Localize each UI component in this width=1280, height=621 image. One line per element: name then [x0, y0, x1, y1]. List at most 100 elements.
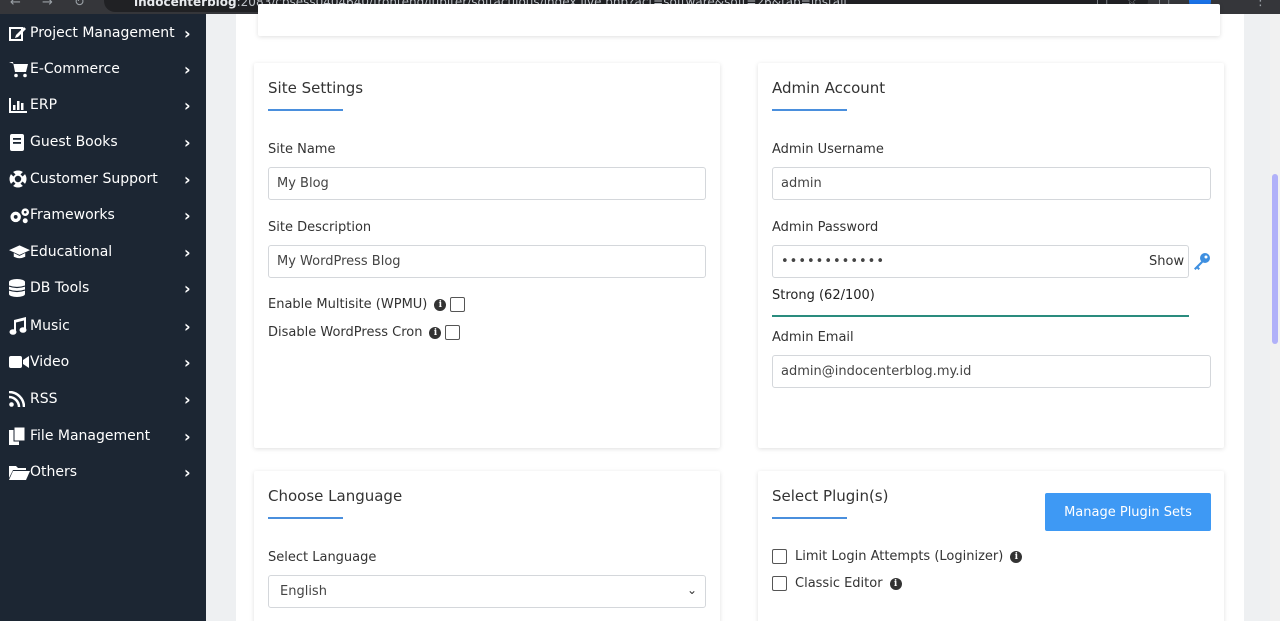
sidebar: Project Management › E-Commerce › ERP › …	[0, 14, 206, 621]
info-icon[interactable]: i	[429, 326, 442, 339]
sidebar-item-label: Educational	[30, 244, 113, 260]
password-strength-text: Strong (62/100)	[772, 288, 875, 303]
rss-icon	[0, 391, 30, 407]
multisite-checkbox[interactable]	[450, 297, 466, 312]
chevron-right-icon: ›	[184, 426, 191, 446]
title-underline	[772, 109, 847, 111]
plugin-row: Limit Login Attempts (Loginizer) i	[772, 549, 1023, 564]
plugin-checkbox[interactable]	[772, 549, 787, 564]
cart-icon	[0, 61, 30, 78]
select-plugins-title: Select Plugin(s)	[772, 487, 889, 505]
scrollbar-thumb[interactable]	[1272, 174, 1278, 344]
sidebar-item-guest-books[interactable]: Guest Books ›	[0, 124, 206, 160]
manage-plugin-sets-button[interactable]: Manage Plugin Sets	[1045, 493, 1211, 531]
sidebar-item-educational[interactable]: Educational ›	[0, 234, 206, 270]
title-underline	[772, 517, 847, 519]
language-select[interactable]: English ⌄	[268, 575, 706, 608]
sidebar-item-erp[interactable]: ERP ›	[0, 87, 206, 123]
site-name-input[interactable]	[268, 167, 706, 200]
key-icon[interactable]	[1193, 252, 1211, 274]
title-underline	[268, 517, 343, 519]
sidebar-item-label: Music	[30, 318, 70, 334]
chevron-right-icon: ›	[184, 316, 191, 336]
menu-dots-icon[interactable]: ⋮	[1254, 0, 1267, 9]
video-icon	[0, 355, 30, 369]
cron-row: Disable WordPress Cron i	[268, 325, 461, 340]
admin-username-label: Admin Username	[772, 142, 884, 157]
site-name-label: Site Name	[268, 142, 336, 157]
forward-icon[interactable]: →	[42, 0, 53, 10]
sidebar-item-rss[interactable]: RSS ›	[0, 381, 206, 417]
database-icon	[0, 279, 30, 297]
admin-email-input[interactable]	[772, 355, 1211, 388]
sidebar-item-file-management[interactable]: File Management ›	[0, 418, 206, 454]
select-plugins-card: Select Plugin(s) Manage Plugin Sets Limi…	[758, 471, 1224, 621]
chevron-right-icon: ›	[184, 23, 191, 43]
sidebar-item-label: Video	[30, 354, 70, 370]
back-icon[interactable]: ←	[10, 0, 21, 10]
chevron-right-icon: ›	[184, 169, 191, 189]
sidebar-item-db-tools[interactable]: DB Tools ›	[0, 270, 206, 306]
sidebar-item-e-commerce[interactable]: E-Commerce ›	[0, 51, 206, 87]
admin-account-card: Admin Account Admin Username Admin Passw…	[758, 63, 1224, 448]
admin-password-input[interactable]	[772, 245, 1189, 278]
admin-username-input[interactable]	[772, 167, 1211, 200]
sidebar-item-others[interactable]: Others ›	[0, 454, 206, 490]
password-strength-bar	[772, 315, 1189, 317]
sidebar-item-label: Project Management	[30, 25, 175, 41]
chevron-right-icon: ›	[184, 95, 191, 115]
admin-email-label: Admin Email	[772, 330, 854, 345]
sidebar-item-label: Frameworks	[30, 207, 115, 223]
cron-checkbox[interactable]	[445, 325, 461, 340]
sidebar-item-label: File Management	[30, 428, 151, 444]
support-icon	[0, 170, 30, 188]
cogs-icon	[0, 207, 30, 224]
sidebar-item-label: ERP	[30, 97, 58, 113]
sidebar-item-label: Customer Support	[30, 171, 158, 187]
sidebar-item-label: DB Tools	[30, 280, 90, 296]
chevron-right-icon: ›	[184, 462, 191, 482]
folder-open-icon	[0, 465, 30, 480]
multisite-row: Enable Multisite (WPMU) i	[268, 297, 466, 312]
select-language-label: Select Language	[268, 550, 377, 565]
sidebar-item-project-management[interactable]: Project Management ›	[0, 15, 206, 51]
show-password-toggle[interactable]: Show	[1149, 254, 1184, 269]
plugin-checkbox[interactable]	[772, 576, 787, 591]
chevron-right-icon: ›	[184, 59, 191, 79]
edit-icon	[0, 25, 30, 42]
chevron-right-icon: ›	[184, 242, 191, 262]
sidebar-item-label: E-Commerce	[30, 61, 120, 77]
language-selected-value: English	[280, 584, 327, 599]
choose-language-title: Choose Language	[268, 487, 403, 505]
files-icon	[0, 427, 30, 445]
sidebar-item-label: Guest Books	[30, 134, 118, 150]
reload-icon[interactable]: ↻	[74, 0, 85, 10]
graduation-cap-icon	[0, 244, 30, 260]
chart-icon	[0, 97, 30, 113]
cron-label: Disable WordPress Cron	[268, 325, 423, 340]
admin-account-title: Admin Account	[772, 79, 886, 97]
page-scrollbar[interactable]	[1270, 14, 1280, 621]
info-icon[interactable]: i	[889, 577, 902, 590]
chevron-down-icon: ⌄	[686, 583, 697, 597]
admin-password-label: Admin Password	[772, 220, 879, 235]
info-icon[interactable]: i	[1010, 550, 1023, 563]
site-description-input[interactable]	[268, 245, 706, 278]
sidebar-item-customer-support[interactable]: Customer Support ›	[0, 161, 206, 197]
chevron-right-icon: ›	[184, 205, 191, 225]
sidebar-item-video[interactable]: Video ›	[0, 344, 206, 380]
address-host: indocenterblog	[134, 0, 237, 9]
sidebar-item-music[interactable]: Music ›	[0, 308, 206, 344]
site-description-label: Site Description	[268, 220, 372, 235]
sidebar-item-frameworks[interactable]: Frameworks ›	[0, 197, 206, 233]
choose-language-card: Choose Language Select Language English …	[254, 471, 720, 621]
plugin-row: Classic Editor i	[772, 576, 902, 591]
plugin-label: Classic Editor	[795, 576, 883, 591]
chevron-right-icon: ›	[184, 132, 191, 152]
sidebar-item-label: Others	[30, 464, 78, 480]
main-content: Site Settings Site Name Site Description…	[206, 4, 1270, 621]
top-card	[258, 4, 1220, 36]
site-settings-title: Site Settings	[268, 79, 364, 97]
info-icon[interactable]: i	[434, 298, 447, 311]
chevron-right-icon: ›	[184, 352, 191, 372]
